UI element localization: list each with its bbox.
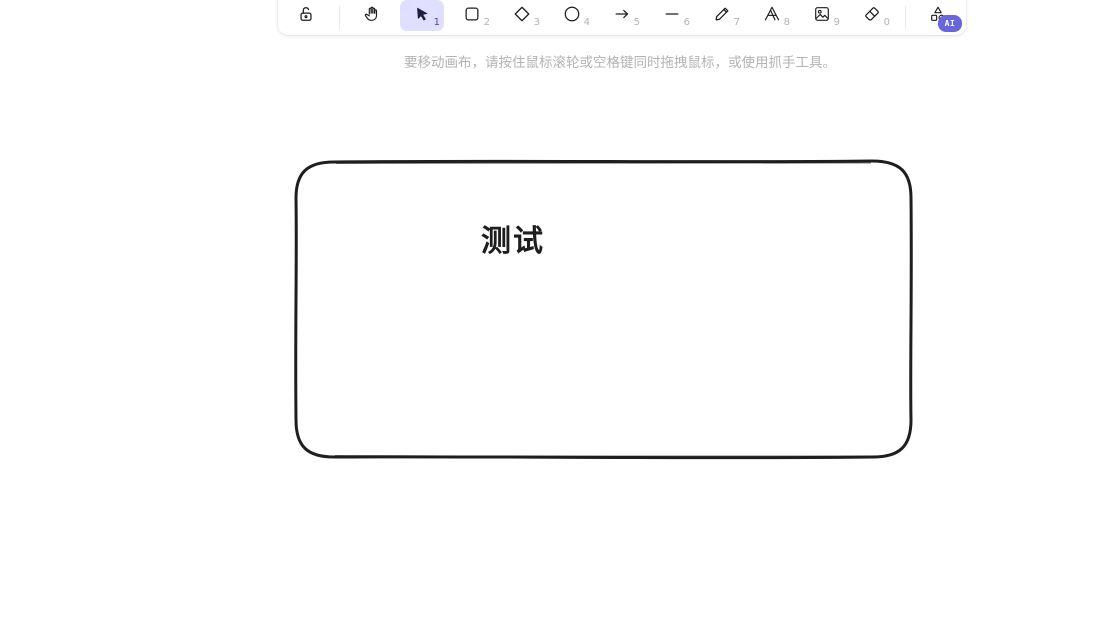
drawing-canvas[interactable]: 1 2 3 4 5 6 7 8 9 0 AI 要移动画布，请按住鼠标滚轮或空格键… bbox=[0, 0, 1110, 620]
shape-label[interactable]: 测试 bbox=[481, 224, 545, 260]
canvas-shapes bbox=[294, 159, 913, 460]
rounded-rectangle-shape[interactable] bbox=[294, 159, 913, 460]
